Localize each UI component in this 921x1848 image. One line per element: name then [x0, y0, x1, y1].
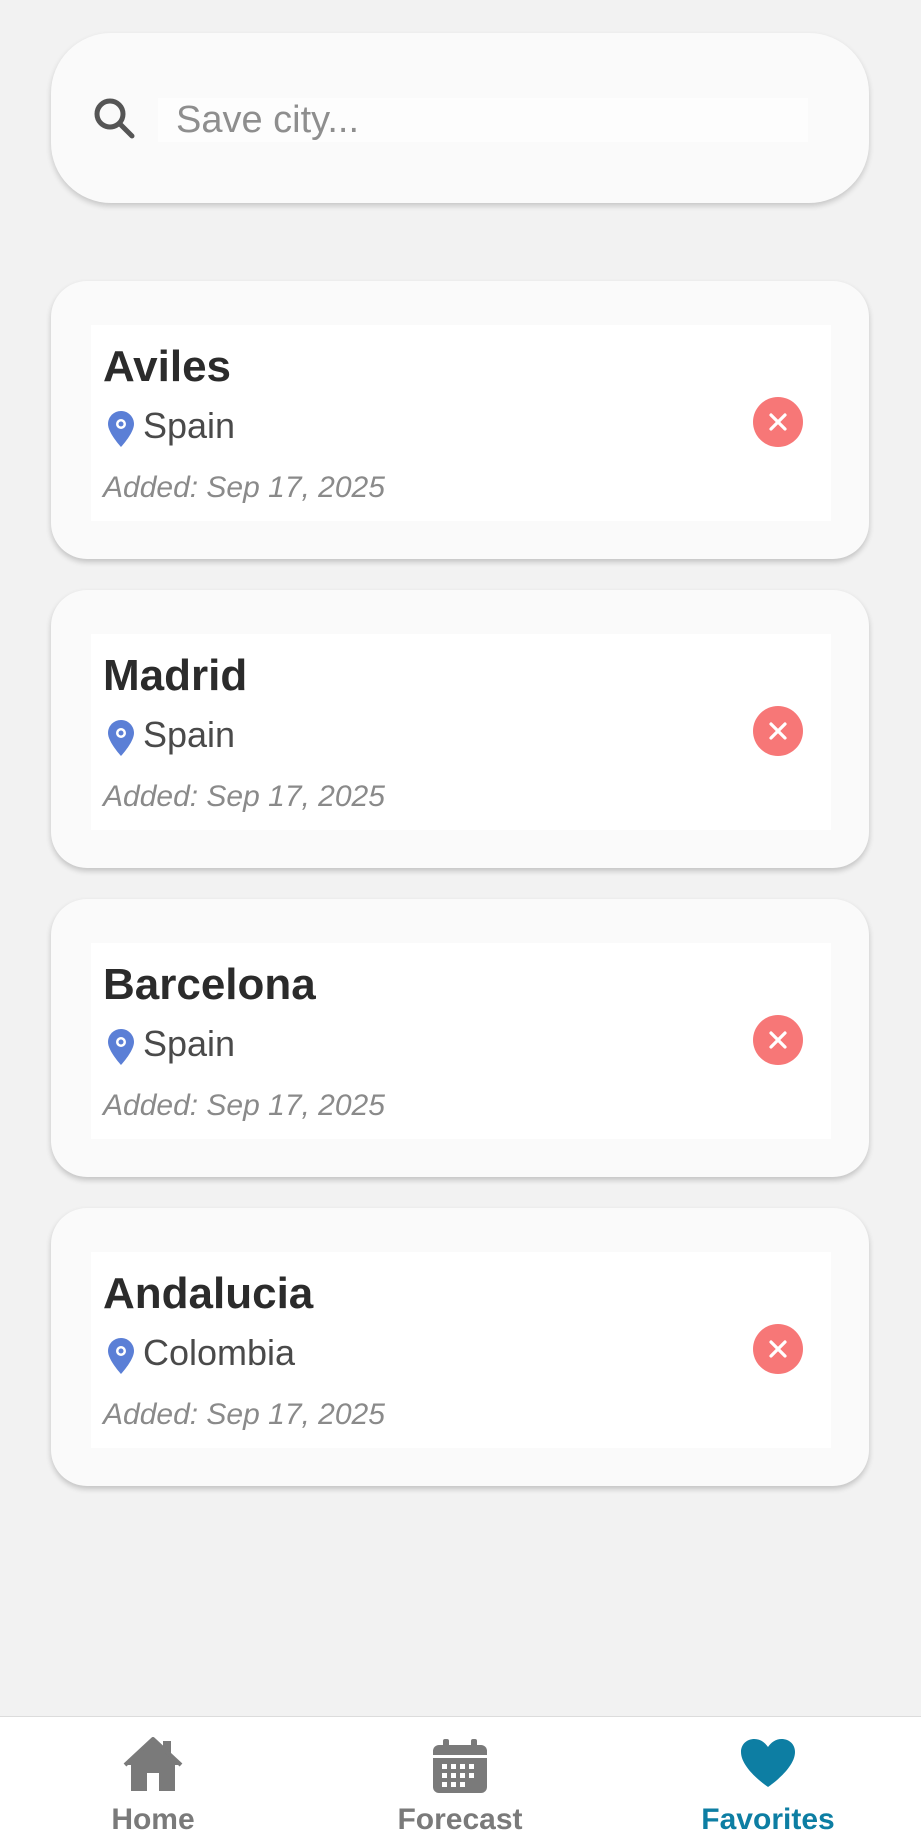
favorite-card: Madrid Spain Added: Sep 17, 2025 [51, 590, 869, 868]
added-date: Added: Sep 17, 2025 [103, 471, 385, 504]
favorite-card: Andalucia Colombia Added: Sep 17, 2025 [51, 1208, 869, 1486]
added-date: Added: Sep 17, 2025 [103, 1089, 385, 1122]
city-name: Aviles [103, 342, 232, 391]
close-icon [769, 722, 787, 740]
country-label: Spain [143, 714, 236, 755]
favorite-card-content: Aviles Spain Added: Sep 17, 2025 [91, 325, 831, 521]
calendar-icon [433, 1739, 487, 1793]
added-date: Added: Sep 17, 2025 [103, 1398, 385, 1431]
nav-forecast-label: Forecast [397, 1803, 523, 1836]
heart-icon [741, 1739, 795, 1787]
remove-favorite-button[interactable] [753, 706, 803, 756]
favorite-card: Barcelona Spain Added: Sep 17, 2025 [51, 899, 869, 1177]
search-input[interactable] [158, 98, 808, 142]
favorite-card-content: Madrid Spain Added: Sep 17, 2025 [91, 634, 831, 830]
close-icon [769, 413, 787, 431]
bottom-navigation: Home Forecast Favorites [0, 1716, 921, 1848]
close-icon [769, 1340, 787, 1358]
location-pin-icon [108, 1338, 134, 1374]
close-icon [769, 1031, 787, 1049]
favorite-card-content: Barcelona Spain Added: Sep 17, 2025 [91, 943, 831, 1139]
location-pin-icon [108, 1029, 134, 1065]
home-icon [123, 1737, 183, 1791]
nav-home-label: Home [111, 1803, 195, 1836]
nav-favorites-label: Favorites [701, 1803, 835, 1836]
country-label: Spain [143, 405, 236, 446]
favorite-card-content: Andalucia Colombia Added: Sep 17, 2025 [91, 1252, 831, 1448]
nav-home[interactable]: Home [53, 1717, 253, 1848]
added-date: Added: Sep 17, 2025 [103, 780, 385, 813]
remove-favorite-button[interactable] [753, 1015, 803, 1065]
nav-favorites[interactable]: Favorites [668, 1717, 868, 1848]
remove-favorite-button[interactable] [753, 397, 803, 447]
location-pin-icon [108, 720, 134, 756]
country-label: Spain [143, 1023, 236, 1064]
country-label: Colombia [143, 1332, 296, 1373]
location-pin-icon [108, 411, 134, 447]
search-card [51, 33, 869, 203]
search-icon [94, 98, 135, 139]
favorite-card: Aviles Spain Added: Sep 17, 2025 [51, 281, 869, 559]
city-name: Andalucia [103, 1269, 314, 1318]
city-name: Barcelona [103, 960, 316, 1009]
nav-forecast[interactable]: Forecast [360, 1717, 560, 1848]
remove-favorite-button[interactable] [753, 1324, 803, 1374]
city-name: Madrid [103, 651, 248, 700]
